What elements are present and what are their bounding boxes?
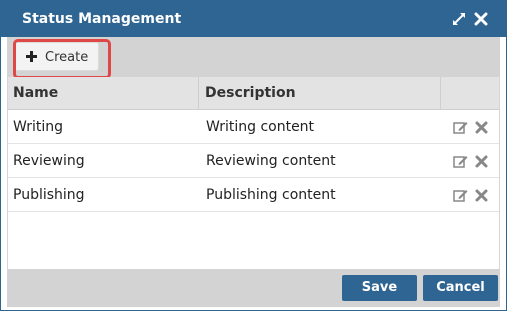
table-row[interactable]: Writing Writing content <box>8 110 499 144</box>
edit-icon[interactable] <box>453 188 468 203</box>
edit-icon[interactable] <box>453 154 468 169</box>
column-divider <box>440 77 441 110</box>
column-divider <box>198 77 199 110</box>
delete-icon[interactable] <box>474 188 489 203</box>
cell-description: Publishing content <box>206 187 336 203</box>
dialog-title: Status Management <box>22 11 182 27</box>
cell-name: Writing <box>13 119 63 135</box>
cell-name: Publishing <box>13 187 85 203</box>
cell-description: Reviewing content <box>206 153 336 169</box>
edit-icon[interactable] <box>453 120 468 135</box>
cancel-button[interactable]: Cancel <box>423 275 498 301</box>
toolbar: Create <box>7 37 500 77</box>
column-header-name[interactable]: Name <box>13 85 58 101</box>
table-row[interactable]: Reviewing Reviewing content <box>8 144 499 178</box>
create-button-label: Create <box>45 50 89 65</box>
column-header-description[interactable]: Description <box>205 85 296 101</box>
dialog-titlebar: Status Management <box>1 1 506 37</box>
status-management-dialog: Status Management Create Name Descriptio… <box>0 0 507 311</box>
table-header: Name Description <box>8 77 499 110</box>
dialog-footer: Save Cancel <box>7 269 500 307</box>
delete-icon[interactable] <box>474 120 489 135</box>
cell-description: Writing content <box>206 119 315 135</box>
plus-icon <box>25 50 38 63</box>
status-table: Name Description Writing Writing content… <box>7 77 500 269</box>
cell-name: Reviewing <box>13 153 85 169</box>
table-row[interactable]: Publishing Publishing content <box>8 178 499 212</box>
delete-icon[interactable] <box>474 154 489 169</box>
close-icon[interactable] <box>474 12 488 26</box>
maximize-icon[interactable] <box>452 12 466 26</box>
save-button[interactable]: Save <box>342 275 417 301</box>
create-button[interactable]: Create <box>14 42 99 71</box>
